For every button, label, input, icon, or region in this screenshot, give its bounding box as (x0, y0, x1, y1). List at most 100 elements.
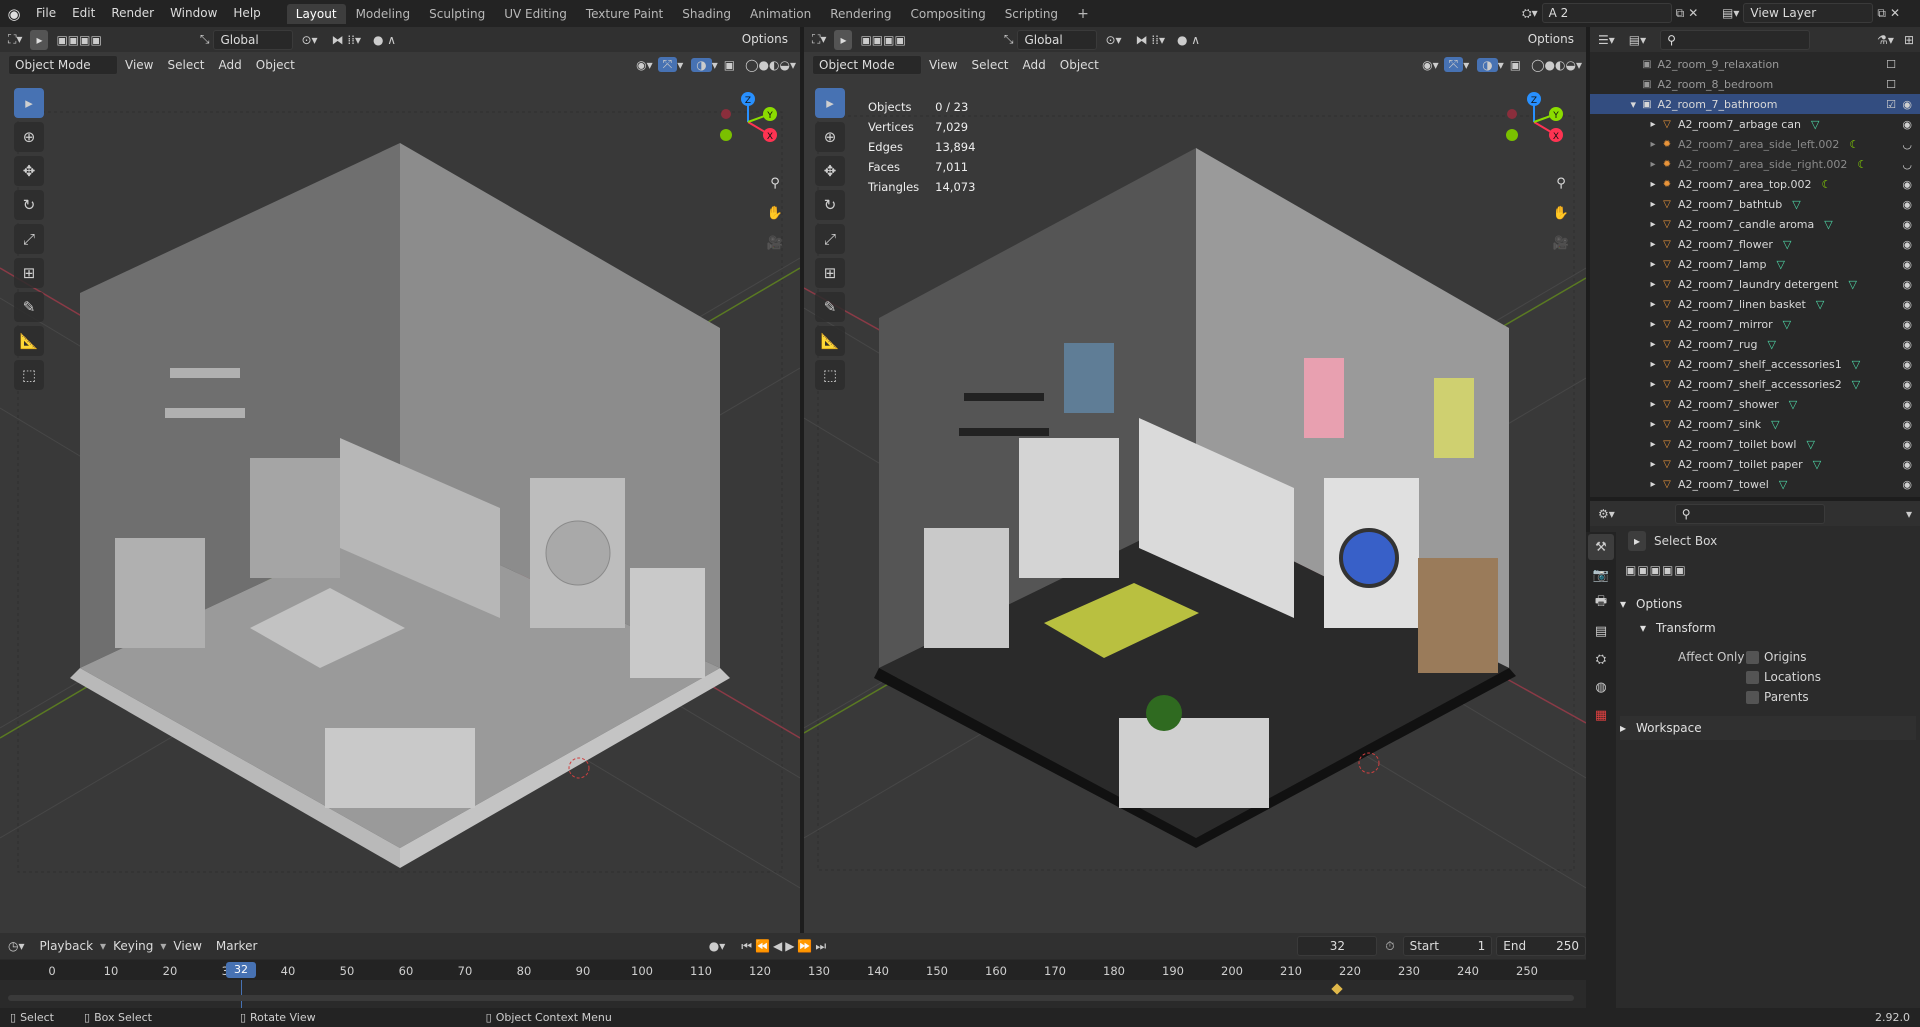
eye-icon[interactable]: ◉ (1902, 478, 1912, 491)
collection-row[interactable]: ▣ A2_room_8_bedroom ☐ (1640, 74, 1920, 94)
eye-closed-icon[interactable]: ◡ (1902, 138, 1912, 151)
view-layer-tab-icon[interactable]: ▤ (1588, 618, 1614, 644)
select-box-icon[interactable]: ▸ (1628, 531, 1647, 551)
checkbox-icon[interactable]: ☐ (1886, 58, 1896, 71)
xray-icon[interactable]: ▣ (1504, 58, 1527, 72)
select-mode-icons[interactable]: ▣▣▣▣ (48, 33, 109, 47)
select-menu[interactable]: Select (160, 58, 211, 72)
transform-tool-icon[interactable]: ⊞ (14, 258, 44, 288)
expand-arrow-icon[interactable]: ▸ (1646, 479, 1660, 490)
mesh-data-icon[interactable]: ▽ (1852, 358, 1860, 371)
object-mode-dropdown[interactable]: Object Mode (812, 54, 922, 75)
eye-icon[interactable]: ◉ (1902, 98, 1912, 111)
checkbox-icon[interactable]: ☐ (1886, 78, 1896, 91)
select-mode-buttons[interactable]: ▣▣▣▣▣ (1625, 563, 1687, 577)
pivot-icon[interactable]: ⊙▾ (1097, 33, 1129, 47)
mesh-data-icon[interactable]: ▽ (1806, 438, 1814, 451)
mesh-data-icon[interactable]: ▽ (1771, 418, 1779, 431)
pin-icon[interactable]: ▾ (1898, 507, 1920, 521)
world-tab-icon[interactable]: ◍ (1588, 674, 1614, 700)
proportional-edit-icon[interactable]: ● ∧ (1171, 33, 1206, 47)
tab-rendering[interactable]: Rendering (821, 4, 900, 24)
end-frame-field[interactable]: End 250 (1496, 936, 1587, 956)
add-workspace-icon[interactable]: + (1068, 4, 1098, 24)
filter-icon[interactable]: ⚗▾ (1873, 33, 1898, 47)
outliner-object-row[interactable]: ▸ ✹ A2_room7_area_side_left.002 ☾ ◡ (1646, 134, 1920, 154)
mesh-data-icon[interactable]: ▽ (1783, 318, 1791, 331)
mesh-data-icon[interactable]: ▽ (1789, 398, 1797, 411)
expand-arrow-icon[interactable]: ▸ (1646, 239, 1660, 250)
zoom-icon[interactable]: ⚲ (763, 171, 787, 195)
eye-icon[interactable]: ◉ (1902, 258, 1912, 271)
tab-texture-paint[interactable]: Texture Paint (577, 4, 672, 24)
annotate-tool-icon[interactable]: ✎ (14, 292, 44, 322)
new-collection-icon[interactable]: ⊞ (1898, 33, 1920, 47)
tab-animation[interactable]: Animation (741, 4, 820, 24)
outliner-object-row[interactable]: ▸ ▽ A2_room7_lamp ▽ ◉ (1646, 254, 1920, 274)
eye-icon[interactable]: ◉ (1902, 218, 1912, 231)
outliner-object-row[interactable]: ▸ ▽ A2_room7_bathtub ▽ ◉ (1646, 194, 1920, 214)
eye-icon[interactable]: ◉ (1902, 438, 1912, 451)
select-menu[interactable]: Select (964, 58, 1015, 72)
rotate-tool-icon[interactable]: ↻ (14, 190, 44, 220)
snap-icon[interactable]: ⧓ ⁞⁞▾ (1130, 33, 1171, 47)
pivot-icon[interactable]: ⊙▾ (293, 33, 325, 47)
view-menu[interactable]: View (118, 58, 160, 72)
camera-view-icon[interactable]: 🎥 (763, 231, 787, 255)
light-data-icon[interactable]: ☾ (1849, 138, 1859, 151)
tab-scripting[interactable]: Scripting (996, 4, 1067, 24)
outliner-search-icon[interactable]: ⚲ (1660, 29, 1811, 50)
parents-checkbox[interactable]: Parents (1746, 690, 1809, 704)
outliner-object-row[interactable]: ▸ ▽ A2_room7_toilet bowl ▽ ◉ (1646, 434, 1920, 454)
expand-arrow-icon[interactable]: ▸ (1646, 279, 1660, 290)
start-frame-field[interactable]: Start 1 (1402, 936, 1493, 956)
left-nav-gizmo[interactable]: Z X Y (718, 92, 778, 152)
tab-uv-editing[interactable]: UV Editing (495, 4, 576, 24)
pan-hand-icon[interactable]: ✋ (1549, 201, 1573, 225)
outliner-object-row[interactable]: ▸ ▽ A2_room7_mirror ▽ ◉ (1646, 314, 1920, 334)
light-data-icon[interactable]: ☾ (1857, 158, 1867, 171)
outliner-object-row[interactable]: ▸ ▽ A2_room7_candle aroma ▽ ◉ (1646, 214, 1920, 234)
proportional-edit-icon[interactable]: ● ∧ (367, 33, 402, 47)
output-tab-icon[interactable]: 🖶 (1588, 590, 1614, 616)
overlay-toggle-icon[interactable]: ◑ (1477, 57, 1498, 72)
gizmo-toggle-icon[interactable]: ⤧ (1443, 57, 1464, 72)
expand-arrow-icon[interactable]: ▸ (1646, 359, 1660, 370)
eye-icon[interactable]: ◉ (1902, 278, 1912, 291)
mesh-data-icon[interactable]: ▽ (1792, 198, 1800, 211)
copy-scene-icon[interactable]: ⧉ (1676, 6, 1685, 21)
menu-render[interactable]: Render (103, 0, 162, 27)
keying-menu[interactable]: Keying (106, 939, 160, 953)
collection-row-selected[interactable]: ▾ ▣ A2_room_7_bathroom ☑ ◉ (1590, 94, 1920, 114)
mesh-data-icon[interactable]: ▽ (1767, 338, 1775, 351)
tab-shading[interactable]: Shading (673, 4, 740, 24)
eye-icon[interactable]: ◉ (1902, 398, 1912, 411)
texture-tab-icon[interactable]: ▦ (1588, 702, 1614, 728)
mesh-data-icon[interactable]: ▽ (1813, 458, 1821, 471)
timeline-track-area[interactable] (0, 980, 1586, 1008)
select-tool-icon[interactable]: ▸ (834, 29, 853, 50)
view-menu[interactable]: View (922, 58, 964, 72)
expand-arrow-icon[interactable]: ▸ (1646, 399, 1660, 410)
eye-closed-icon[interactable]: ◡ (1902, 158, 1912, 171)
outliner-object-row[interactable]: ▸ ▽ A2_room7_sink ▽ ◉ (1646, 414, 1920, 434)
options-dropdown[interactable]: Options (1521, 29, 1580, 50)
measure-tool-icon[interactable]: 📐 (14, 326, 44, 356)
outliner-object-row[interactable]: ▸ ▽ A2_room7_towel ▽ ◉ (1646, 474, 1920, 494)
expand-arrow-icon[interactable]: ▸ (1646, 259, 1660, 270)
origins-checkbox[interactable]: Origins (1746, 650, 1807, 664)
scene-icon[interactable]: ⛭▾ (1522, 6, 1538, 21)
shading-modes-icons[interactable]: ◯●◐◒▾ (741, 58, 800, 72)
timeline-editor-icon[interactable]: ◷▾ (0, 939, 33, 953)
tab-compositing[interactable]: Compositing (901, 4, 994, 24)
menu-file[interactable]: File (28, 0, 64, 27)
outliner-object-row[interactable]: ▸ ▽ A2_room7_arbage can ▽ ◉ (1646, 114, 1920, 134)
menu-edit[interactable]: Edit (64, 0, 103, 27)
outliner-object-row[interactable]: ▸ ✹ A2_room7_area_top.002 ☾ ◉ (1646, 174, 1920, 194)
properties-search-icon[interactable]: ⚲ (1674, 503, 1825, 524)
xray-icon[interactable]: ▣ (718, 58, 741, 72)
gizmo-toggle-icon[interactable]: ⤧ (657, 57, 678, 72)
outliner-object-row[interactable]: ▸ ▽ A2_room7_flower ▽ ◉ (1646, 234, 1920, 254)
view-layer-icon[interactable]: ▤▾ (1722, 6, 1739, 20)
tab-sculpting[interactable]: Sculpting (420, 4, 494, 24)
